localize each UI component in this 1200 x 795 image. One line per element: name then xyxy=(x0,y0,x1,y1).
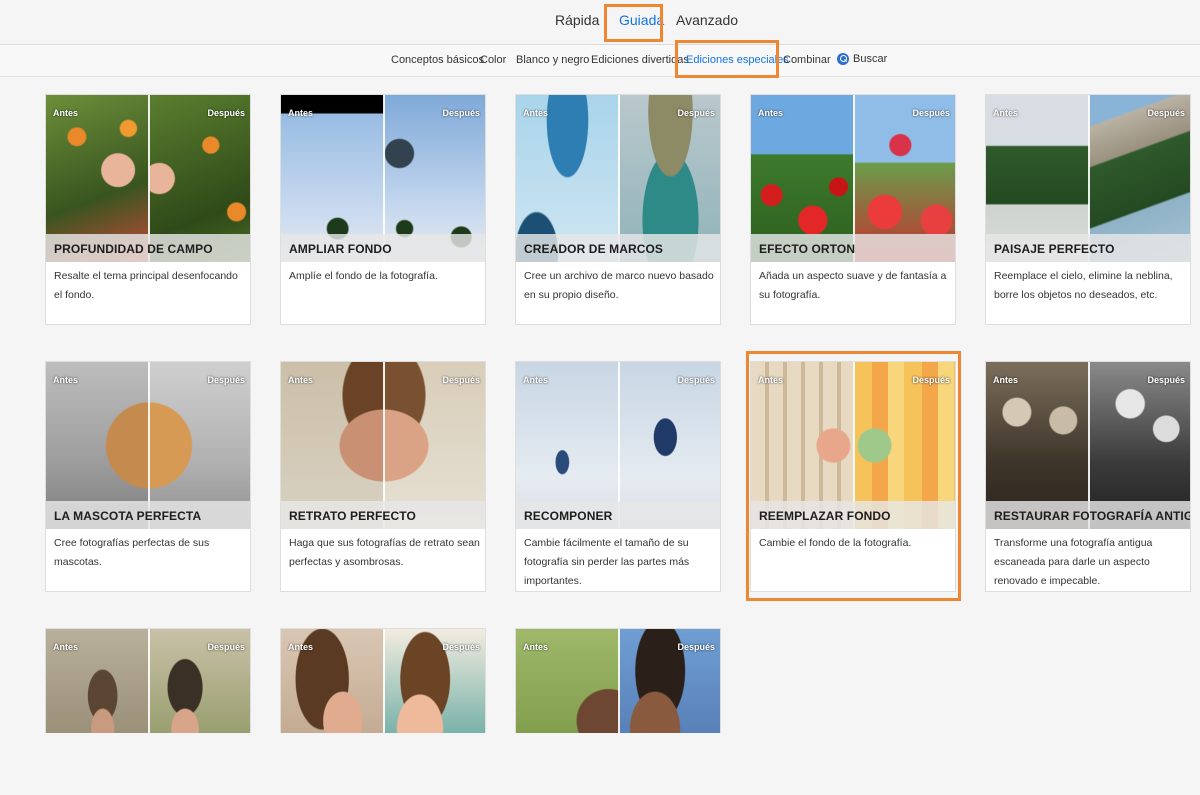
search-label: Buscar xyxy=(853,53,888,65)
card-description: Cambie fácilmente el tamaño de su fotogr… xyxy=(524,537,690,587)
category-ediciones-especiales[interactable]: Ediciones especiales xyxy=(686,54,789,66)
after-label: Después xyxy=(442,642,480,652)
before-label: Antes xyxy=(53,642,79,652)
mode-tabs-bar: Rápida Guiada Avanzado xyxy=(0,0,1200,45)
after-label: Después xyxy=(912,375,950,385)
card-title: RETRATO PERFECTO xyxy=(289,509,416,523)
card-description: Reemplace el cielo, elimine la neblina, … xyxy=(994,270,1173,301)
card-title: AMPLIAR FONDO xyxy=(289,242,392,256)
before-label: Antes xyxy=(523,108,549,118)
before-label: Antes xyxy=(523,375,549,385)
card-description: Haga que sus fotografías de retrato sean… xyxy=(289,537,480,568)
card-row3-3[interactable]: Antes Después xyxy=(515,628,721,733)
card-title: PROFUNDIDAD DE CAMPO xyxy=(54,242,213,256)
after-label: Después xyxy=(912,108,950,118)
card-title: RECOMPONER xyxy=(524,509,613,523)
after-label: Después xyxy=(677,108,715,118)
category-conceptos-basicos[interactable]: Conceptos básicos xyxy=(391,54,484,66)
card-la-mascota-perfecta[interactable]: Antes Después LA MASCOTA PERFECTA Cree f… xyxy=(45,361,251,592)
after-label: Después xyxy=(442,375,480,385)
card-description: Transforme una fotografía antigua escane… xyxy=(994,537,1153,587)
tab-avanzado[interactable]: Avanzado xyxy=(676,12,738,28)
card-retrato-perfecto[interactable]: Antes Después RETRATO PERFECTO Haga que … xyxy=(280,361,486,592)
card-title: CREADOR DE MARCOS xyxy=(524,242,664,256)
after-label: Después xyxy=(207,108,245,118)
card-creador-de-marcos[interactable]: Antes Después CREADOR DE MARCOS Cree un … xyxy=(515,94,721,325)
category-ediciones-divertidas[interactable]: Ediciones divertidas xyxy=(591,54,689,66)
after-label: Después xyxy=(1147,108,1185,118)
card-profundidad-de-campo[interactable]: Antes Después PROFUNDIDAD DE CAMPO Resal… xyxy=(45,94,251,325)
after-label: Después xyxy=(1147,375,1185,385)
card-restaurar-fotografia-antigua[interactable]: Antes Después RESTAURAR FOTOGRAFÍA ANTIG… xyxy=(985,361,1191,592)
after-label: Después xyxy=(677,375,715,385)
before-label: Antes xyxy=(758,108,784,118)
card-description: Cree un archivo de marco nuevo basado en… xyxy=(524,270,714,301)
card-ampliar-fondo[interactable]: Antes Después AMPLIAR FONDO Amplíe el fo… xyxy=(280,94,486,325)
before-label: Antes xyxy=(288,375,314,385)
search-icon xyxy=(837,53,849,65)
card-thumbnail: Antes Después xyxy=(281,629,485,733)
card-efecto-orton[interactable]: Antes Después EFECTO ORTON Añada un aspe… xyxy=(750,94,956,325)
before-label: Antes xyxy=(288,642,314,652)
tab-rapida[interactable]: Rápida xyxy=(555,12,599,28)
after-label: Después xyxy=(442,108,480,118)
card-title: RESTAURAR FOTOGRAFÍA ANTIGUA xyxy=(994,509,1191,523)
after-label: Después xyxy=(677,642,715,652)
card-row3-2[interactable]: Antes Después xyxy=(280,628,486,733)
card-reemplazar-fondo[interactable]: Antes Después REEMPLAZAR FONDO Cambie el… xyxy=(750,361,956,592)
card-description: Amplíe el fondo de la fotografía. xyxy=(289,270,438,282)
before-label: Antes xyxy=(523,642,549,652)
after-label: Después xyxy=(207,642,245,652)
category-blanco-y-negro[interactable]: Blanco y negro xyxy=(516,54,589,66)
card-paisaje-perfecto[interactable]: Antes Después PAISAJE PERFECTO Reemplace… xyxy=(985,94,1191,325)
card-title: REEMPLAZAR FONDO xyxy=(759,509,891,523)
before-label: Antes xyxy=(993,108,1019,118)
tab-guiada[interactable]: Guiada xyxy=(619,12,664,28)
before-label: Antes xyxy=(993,375,1019,385)
card-description: Cree fotografías perfectas de sus mascot… xyxy=(54,537,210,568)
category-nav: Conceptos básicos Color Blanco y negro E… xyxy=(0,45,1200,77)
search-button[interactable]: Buscar xyxy=(837,53,887,65)
category-color[interactable]: Color xyxy=(480,54,506,66)
before-label: Antes xyxy=(53,108,79,118)
category-combinar[interactable]: Combinar xyxy=(783,54,831,66)
card-thumbnail: Antes Después xyxy=(516,629,720,733)
card-title: EFECTO ORTON xyxy=(759,242,856,256)
card-title: PAISAJE PERFECTO xyxy=(994,242,1115,256)
card-title: LA MASCOTA PERFECTA xyxy=(54,509,202,523)
card-recomponer[interactable]: Antes Después RECOMPONER Cambie fácilmen… xyxy=(515,361,721,592)
card-description: Cambie el fondo de la fotografía. xyxy=(759,537,912,549)
before-label: Antes xyxy=(53,375,79,385)
card-description: Añada un aspecto suave y de fantasía a s… xyxy=(759,270,947,301)
after-label: Después xyxy=(207,375,245,385)
card-thumbnail: Antes Después xyxy=(46,629,250,733)
before-label: Antes xyxy=(758,375,784,385)
before-label: Antes xyxy=(288,108,314,118)
card-description: Resalte el tema principal desenfocando e… xyxy=(54,270,238,301)
card-row3-1[interactable]: Antes Después xyxy=(45,628,251,733)
